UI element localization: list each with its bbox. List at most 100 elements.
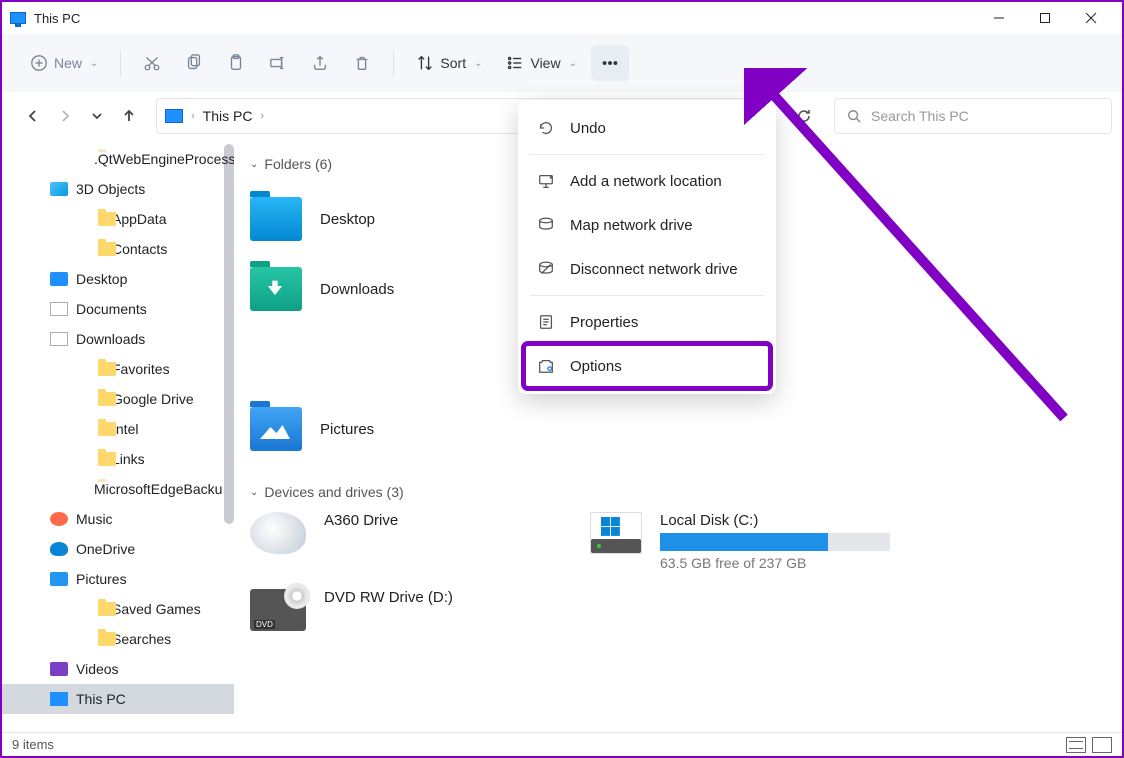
undo-icon — [536, 118, 556, 138]
drives-group-header[interactable]: ⌄ Devices and drives (3) — [250, 484, 1106, 500]
sidebar-item[interactable]: Intel — [2, 414, 234, 444]
window-title: This PC — [34, 11, 80, 26]
sidebar-item[interactable]: Google Drive — [2, 384, 234, 414]
drive-local-disk[interactable]: Local Disk (C:) 63.5 GB free of 237 GB — [590, 512, 890, 571]
search-input[interactable] — [871, 108, 1099, 124]
drive-dvd[interactable]: DVD RW Drive (D:) — [250, 589, 550, 631]
sort-button[interactable]: Sort ⌄ — [406, 45, 492, 81]
share-icon — [311, 54, 329, 72]
separator — [120, 50, 121, 76]
sidebar-item[interactable]: Links — [2, 444, 234, 474]
folder-pictures[interactable]: Pictures — [250, 394, 530, 464]
folder-icon — [98, 362, 116, 376]
sidebar-item-label: Links — [112, 451, 145, 467]
minimize-button[interactable] — [976, 2, 1022, 34]
menu-item-netloc[interactable]: Add a network location — [524, 159, 770, 203]
sidebar-item[interactable]: Favorites — [2, 354, 234, 384]
forward-button[interactable] — [56, 107, 74, 125]
chevron-down-icon: ⌄ — [90, 58, 98, 69]
rename-button[interactable] — [259, 45, 297, 81]
menu-item-disconnect[interactable]: Disconnect network drive — [524, 247, 770, 291]
menu-item-undo[interactable]: Undo — [524, 106, 770, 150]
sidebar-item-label: This PC — [76, 691, 126, 707]
mapdrive-icon — [536, 215, 556, 235]
more-button[interactable] — [591, 45, 629, 81]
drive-usage-bar — [660, 533, 890, 551]
menu-item-label: Undo — [570, 120, 606, 137]
sidebar-item[interactable]: 3D Objects — [2, 174, 234, 204]
disconnect-icon — [536, 259, 556, 279]
sidebar-item[interactable]: Documents — [2, 294, 234, 324]
folder-icon — [98, 422, 116, 436]
sidebar-item[interactable]: This PC — [2, 684, 234, 714]
folder-icon — [98, 242, 116, 256]
folder-icon — [98, 452, 116, 466]
close-button[interactable] — [1068, 2, 1114, 34]
ellipsis-icon — [601, 54, 619, 72]
details-view-toggle[interactable] — [1066, 737, 1086, 753]
sidebar-item-label: Saved Games — [112, 601, 201, 617]
menu-item-mapdrive[interactable]: Map network drive — [524, 203, 770, 247]
sidebar-item[interactable]: AppData — [2, 204, 234, 234]
sidebar-item[interactable]: Searches — [2, 624, 234, 654]
copy-button[interactable] — [175, 45, 213, 81]
folders-header-label: Folders (6) — [264, 156, 332, 172]
delete-button[interactable] — [343, 45, 381, 81]
folder-icon — [50, 512, 68, 526]
paste-button[interactable] — [217, 45, 255, 81]
sidebar-item[interactable]: Music — [2, 504, 234, 534]
folder-icon — [50, 302, 68, 316]
recent-button[interactable] — [88, 107, 106, 125]
sidebar-item-label: Pictures — [76, 571, 127, 587]
new-button[interactable]: New ⌄ — [20, 45, 108, 81]
sidebar-item[interactable]: Pictures — [2, 564, 234, 594]
props-icon — [536, 312, 556, 332]
up-button[interactable] — [120, 107, 138, 125]
view-icon — [506, 54, 524, 72]
folder-icon — [50, 662, 68, 676]
drive-a360[interactable]: A360 Drive — [250, 512, 550, 571]
search-icon — [847, 109, 861, 123]
sidebar-item-label: Documents — [76, 301, 147, 317]
search-box[interactable] — [834, 98, 1112, 134]
folder-label: Desktop — [320, 211, 375, 228]
cut-button[interactable] — [133, 45, 171, 81]
menu-item-props[interactable]: Properties — [524, 300, 770, 344]
scissors-icon — [143, 54, 161, 72]
sidebar-item[interactable]: Videos — [2, 654, 234, 684]
share-button[interactable] — [301, 45, 339, 81]
navigation-pane[interactable]: .QtWebEngineProcess3D ObjectsAppDataCont… — [2, 140, 234, 736]
sidebar-item[interactable]: MicrosoftEdgeBacku — [2, 474, 234, 504]
rename-icon — [269, 54, 287, 72]
sidebar-item[interactable]: Contacts — [2, 234, 234, 264]
large-icons-view-toggle[interactable] — [1092, 737, 1112, 753]
folder-icon — [98, 392, 116, 406]
folder-icon — [50, 182, 68, 196]
folder-desktop[interactable]: Desktop — [250, 184, 530, 254]
menu-item-options[interactable]: Options — [524, 344, 770, 388]
pictures-folder-icon — [250, 407, 302, 451]
menu-item-label: Properties — [570, 314, 638, 331]
folder-icon — [50, 542, 68, 556]
view-button[interactable]: View ⌄ — [496, 45, 586, 81]
sidebar-item[interactable]: Saved Games — [2, 594, 234, 624]
sidebar-item[interactable]: OneDrive — [2, 534, 234, 564]
menu-separator — [530, 295, 764, 296]
drive-label: DVD RW Drive (D:) — [324, 589, 453, 606]
menu-separator — [530, 154, 764, 155]
sidebar-item[interactable]: Desktop — [2, 264, 234, 294]
back-button[interactable] — [24, 107, 42, 125]
a360-drive-icon — [250, 512, 306, 554]
folder-downloads[interactable]: Downloads — [250, 254, 530, 324]
sidebar-item-label: Downloads — [76, 331, 145, 347]
status-bar: 9 items — [2, 732, 1122, 756]
refresh-button[interactable] — [786, 98, 822, 134]
folder-icon — [50, 692, 68, 706]
options-icon — [536, 356, 556, 376]
menu-item-label: Options — [570, 358, 622, 375]
breadcrumb-segment[interactable]: This PC — [203, 108, 253, 124]
sidebar-item[interactable]: Downloads — [2, 324, 234, 354]
sidebar-item[interactable]: .QtWebEngineProcess — [2, 144, 234, 174]
folder-icon — [50, 332, 68, 346]
maximize-button[interactable] — [1022, 2, 1068, 34]
